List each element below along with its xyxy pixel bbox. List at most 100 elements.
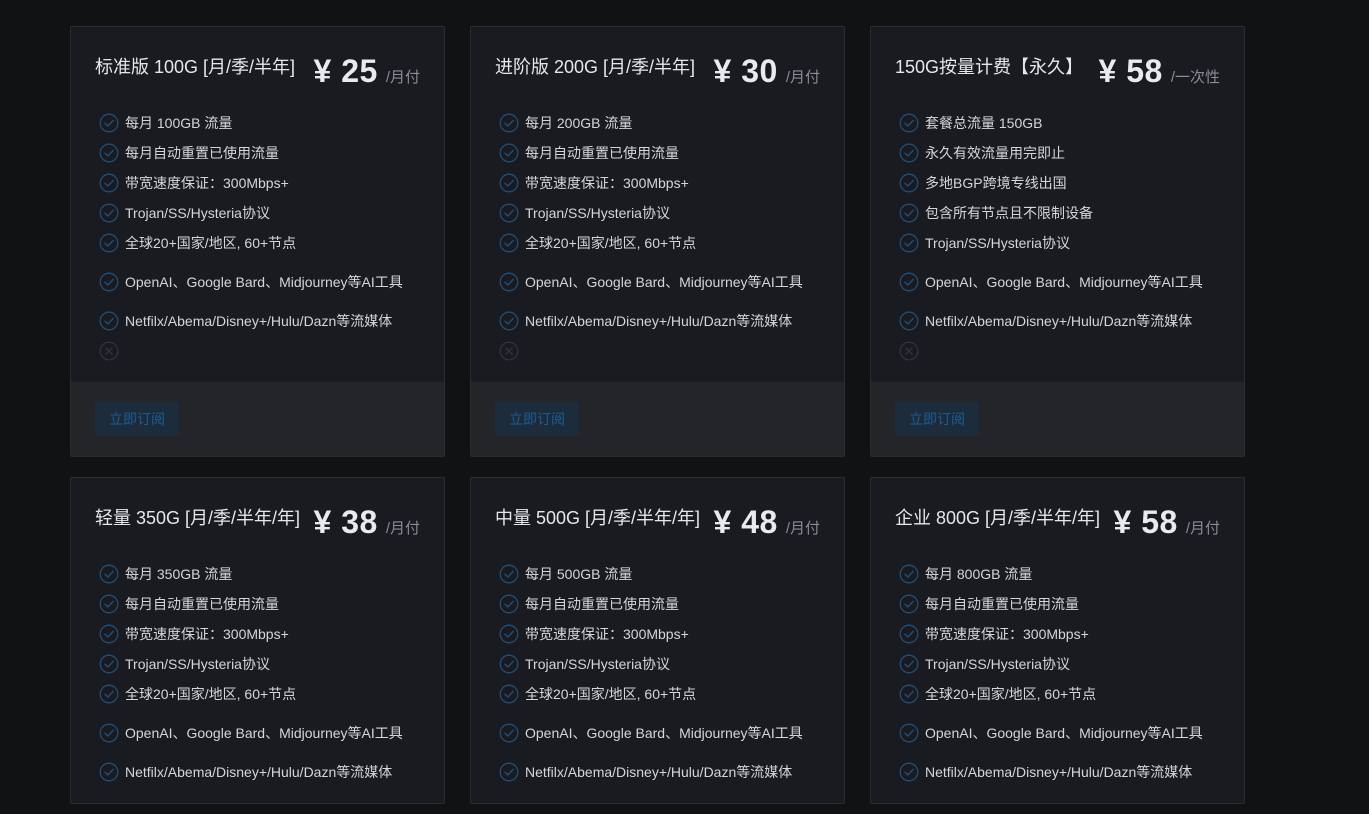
check-circle-icon [499,311,519,331]
feature-text: 带宽速度保证：300Mbps+ [125,625,289,642]
feature-text: Netfilx/Abema/Disney+/Hulu/Dazn等流媒体 [525,763,793,780]
feature-text: 每月 100GB 流量 [125,114,233,131]
feature-item: 每月 500GB 流量 [499,559,820,589]
price-amount: ¥ 58 [1098,53,1163,89]
check-circle-icon [499,684,519,704]
feature-item: Trojan/SS/Hysteria协议 [99,198,420,228]
check-circle-icon [99,723,119,743]
check-circle-icon [99,684,119,704]
subscribe-button[interactable]: 立即订阅 [95,402,179,436]
price-unit: /月付 [1185,520,1220,537]
feature-text: 每月 500GB 流量 [525,565,633,582]
feature-item: 每月 200GB 流量 [499,108,820,138]
feature-text: Trojan/SS/Hysteria协议 [925,234,1070,251]
feature-text: Trojan/SS/Hysteria协议 [925,655,1070,672]
feature-item: 每月自动重置已使用流量 [99,138,420,168]
check-circle-icon [899,272,919,292]
feature-item: 每月自动重置已使用流量 [499,589,820,619]
plan-header: 轻量 350G [月/季/半年/年] ¥ 38 /月付 [95,502,420,541]
feature-item: OpenAI、Google Bard、Midjourney等AI工具 [499,711,820,755]
feature-text: 每月自动重置已使用流量 [525,144,679,161]
check-circle-icon [99,311,119,331]
check-circle-icon [899,594,919,614]
feature-item: OpenAI、Google Bard、Midjourney等AI工具 [899,711,1220,755]
check-circle-icon [899,311,919,331]
price-unit: /月付 [385,520,420,537]
price-unit: /月付 [385,69,420,86]
plan-price: ¥ 30 /月付 [714,53,820,90]
feature-text: 带宽速度保证：300Mbps+ [125,174,289,191]
feature-text: 多地BGP跨境专线出国 [925,174,1067,191]
check-circle-icon [99,624,119,644]
subscribe-button[interactable]: 立即订阅 [895,402,979,436]
feature-item: 包含所有节点且不限制设备 [899,198,1220,228]
plan-price: ¥ 48 /月付 [714,504,820,541]
plan-header: 进阶版 200G [月/季/半年] ¥ 30 /月付 [495,51,820,90]
feature-text: 包含所有节点且不限制设备 [925,204,1093,221]
check-circle-icon [99,113,119,133]
feature-item: 全球20+国家/地区, 60+节点 [499,679,820,709]
plan-title: 企业 800G [月/季/半年/年] [895,508,1101,528]
feature-item: Trojan/SS/Hysteria协议 [99,649,420,679]
check-circle-icon [499,203,519,223]
plan-card: 150G按量计费【永久】 ¥ 58 /一次性 套餐总流量 150GB 永久有效流量… [870,26,1245,457]
feature-list: 每月 800GB 流量 每月自动重置已使用流量 带宽速度保证：300Mbps+ Tro… [895,559,1220,787]
feature-item: 每月 350GB 流量 [99,559,420,589]
feature-list: 套餐总流量 150GB 永久有效流量用完即止 多地BGP跨境专线出国 包含所有节点且不… [895,108,1220,366]
plan-card-footer: 立即订阅 [871,382,1244,456]
plan-header: 150G按量计费【永久】 ¥ 58 /一次性 [895,51,1220,90]
plan-price: ¥ 58 /一次性 [1099,53,1220,90]
plan-card: 中量 500G [月/季/半年/年] ¥ 48 /月付 每月 500GB 流量每… [470,477,845,804]
feature-text: 永久有效流量用完即止 [925,144,1065,161]
plan-card-footer: 立即订阅 [71,382,444,456]
check-circle-icon [99,233,119,253]
check-circle-icon [499,654,519,674]
subscribe-button[interactable]: 立即订阅 [495,402,579,436]
price-amount: ¥ 25 [313,53,378,89]
feature-text: Netfilx/Abema/Disney+/Hulu/Dazn等流媒体 [525,312,793,329]
feature-item: 全球20+国家/地区, 60+节点 [99,679,420,709]
feature-text: OpenAI、Google Bard、Midjourney等AI工具 [125,273,403,290]
feature-list: 每月 200GB 流量 每月自动重置已使用流量 带宽速度保证：300Mbps+ Tro… [495,108,820,366]
check-circle-icon [99,203,119,223]
plan-price: ¥ 38 /月付 [314,504,420,541]
plan-card-footer: 立即订阅 [471,382,844,456]
feature-item: 带宽速度保证：300Mbps+ [99,619,420,649]
feature-item: Trojan/SS/Hysteria协议 [499,649,820,679]
plan-card-body: 进阶版 200G [月/季/半年] ¥ 30 /月付 每月 200GB 流量每月… [471,27,844,382]
price-amount: ¥ 30 [713,53,778,89]
check-circle-icon [99,143,119,163]
check-circle-icon [99,762,119,782]
feature-item: Netfilx/Abema/Disney+/Hulu/Dazn等流媒体 [899,757,1220,787]
plan-title: 150G按量计费【永久】 [895,57,1084,77]
feature-text: 全球20+国家/地区, 60+节点 [125,685,297,702]
feature-text: Trojan/SS/Hysteria协议 [525,655,670,672]
feature-text: OpenAI、Google Bard、Midjourney等AI工具 [525,273,803,290]
plan-card: 进阶版 200G [月/季/半年] ¥ 30 /月付 每月 200GB 流量每月… [470,26,845,457]
plan-title: 进阶版 200G [月/季/半年] [495,57,696,77]
feature-text: 带宽速度保证：300Mbps+ [925,625,1089,642]
feature-text: OpenAI、Google Bard、Midjourney等AI工具 [125,724,403,741]
feature-item: OpenAI、Google Bard、Midjourney等AI工具 [899,260,1220,304]
feature-text: Netfilx/Abema/Disney+/Hulu/Dazn等流媒体 [125,312,393,329]
feature-item: Trojan/SS/Hysteria协议 [899,228,1220,258]
feature-text: 全球20+国家/地区, 60+节点 [925,685,1097,702]
feature-list: 每月 100GB 流量每月自动重置已使用流量带宽速度保证：300Mbps+ Tro… [95,108,420,366]
check-circle-icon [499,143,519,163]
plan-card-body: 标准版 100G [月/季/半年] ¥ 25 /月付 每月 100GB 流量 每月… [71,27,444,382]
feature-item: OpenAI、Google Bard、Midjourney等AI工具 [99,711,420,755]
feature-item: Netfilx/Abema/Disney+/Hulu/Dazn等流媒体 [899,306,1220,336]
feature-item: Trojan/SS/Hysteria协议 [899,649,1220,679]
check-circle-icon [99,654,119,674]
feature-text: Netfilx/Abema/Disney+/Hulu/Dazn等流媒体 [925,763,1193,780]
feature-item: 多地BGP跨境专线出国 [899,168,1220,198]
feature-text: 带宽速度保证：300Mbps+ [525,625,689,642]
feature-list: 每月 350GB 流量 每月自动重置已使用流量 带宽速度保证：300Mbps+ Tro… [95,559,420,787]
price-unit: /月付 [785,69,820,86]
check-circle-icon [499,564,519,584]
feature-item [899,336,1220,366]
check-circle-icon [499,594,519,614]
check-circle-icon [899,564,919,584]
feature-item: Trojan/SS/Hysteria协议 [499,198,820,228]
plan-card-body: 150G按量计费【永久】 ¥ 58 /一次性 套餐总流量 150GB 永久有效流量… [871,27,1244,382]
